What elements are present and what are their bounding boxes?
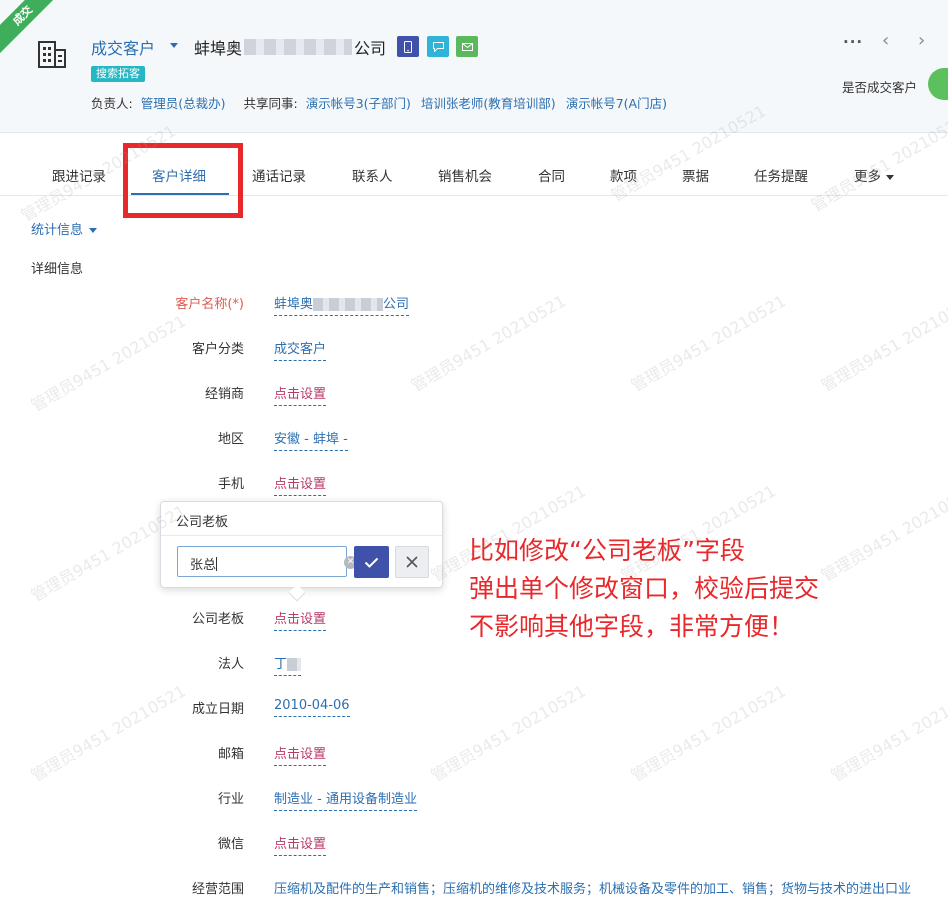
chevron-down-icon (89, 228, 98, 233)
redacted-blur (244, 39, 353, 55)
watermark: 管理员9451 20210521 (827, 681, 948, 786)
watermark: 管理员9451 20210521 (407, 291, 570, 396)
owner-label: 负责人: (91, 96, 133, 111)
field-value-business-scope[interactable]: 压缩机及配件的生产和销售；压缩机的维修及技术服务；机械设备及零件的加工、销售；货… (274, 878, 948, 900)
field-value-customer-name[interactable]: 蚌埠奥 公司 (274, 293, 410, 316)
watermark: 管理员9451 20210521 (627, 681, 790, 786)
field-value-category[interactable]: 成交客户 (274, 338, 327, 361)
stats-toggle[interactable]: 统计信息 (31, 219, 98, 238)
field-value-region[interactable]: 安徽 - 蚌埠 - (274, 428, 348, 451)
field-label-category: 客户分类 (191, 342, 244, 357)
customer-name-value-prefix: 蚌埠奥 (274, 297, 314, 312)
tab-follow-up[interactable]: 跟进记录 (52, 165, 106, 185)
check-icon (364, 557, 379, 568)
field-label-email: 邮箱 (217, 747, 244, 762)
watermark: 管理员9451 20210521 (427, 681, 590, 786)
redacted-blur (287, 658, 302, 671)
phone-icon[interactable] (397, 36, 419, 57)
search-prospect-tag[interactable]: 搜索拓客 (91, 66, 145, 82)
tab-opportunities[interactable]: 销售机会 (438, 165, 492, 185)
tab-payments[interactable]: 款项 (610, 165, 637, 185)
annotation-line: 不影响其他字段，非常方便！ (469, 612, 795, 641)
deal-status-label: 是否成交客户 (842, 80, 918, 95)
boss-name-input-value: 张总 (190, 558, 217, 573)
share-label: 共享同事: (243, 96, 298, 111)
field-value-email[interactable]: 点击设置 (274, 743, 327, 766)
field-value-mobile[interactable]: 点击设置 (274, 473, 327, 496)
field-value-dealer[interactable]: 点击设置 (274, 383, 327, 406)
customer-name-title: 蚌埠奥 公司 (194, 35, 386, 59)
watermark: 管理员9451 20210521 (817, 291, 948, 396)
stats-toggle-label: 统计信息 (31, 223, 84, 238)
confirm-edit-button[interactable] (354, 546, 389, 578)
text-cursor (216, 557, 218, 571)
field-value-legal-rep[interactable]: 丁 (274, 653, 302, 676)
annotation-highlight-box (123, 143, 243, 218)
field-label-legal-rep: 法人 (217, 657, 244, 672)
more-actions-icon[interactable]: ··· (843, 33, 863, 51)
field-label-region: 地区 (217, 432, 244, 447)
annotation-callout: 比如修改“公司老板”字段 弹出单个修改窗口，校验后提交 不影响其他字段，非常方便… (469, 532, 819, 646)
tab-contacts[interactable]: 联系人 (352, 165, 393, 185)
tab-contracts[interactable]: 合同 (538, 165, 565, 185)
tab-task-reminders[interactable]: 任务提醒 (754, 165, 808, 185)
annotation-line: 比如修改“公司老板”字段 (469, 536, 745, 565)
field-label-industry: 行业 (217, 792, 244, 807)
message-icon[interactable] (427, 36, 449, 57)
chevron-down-icon[interactable] (170, 43, 178, 48)
customer-name-prefix: 蚌埠奥 (194, 39, 243, 58)
redacted-blur (313, 298, 384, 311)
owner-row: 负责人: 管理员(总裁办) 共享同事: 演示帐号3(子部门) 培训张老师(教育培… (91, 93, 667, 112)
cancel-edit-button[interactable] (395, 546, 429, 578)
chevron-left-icon[interactable]: ‹ (882, 30, 889, 51)
deal-status-toggle[interactable] (928, 68, 948, 100)
field-label-customer-name: 客户名称(*) (175, 297, 244, 312)
watermark: 管理员9451 20210521 (27, 681, 190, 786)
chevron-right-icon[interactable]: › (918, 30, 925, 51)
watermark: 管理员9451 20210521 (817, 481, 948, 586)
tab-call-records[interactable]: 通话记录 (252, 165, 306, 185)
watermark: 管理员9451 20210521 (627, 291, 790, 396)
share-user-link[interactable]: 演示帐号3(子部门) (306, 93, 411, 112)
field-value-wechat[interactable]: 点击设置 (274, 833, 327, 856)
customer-name-suffix: 公司 (354, 39, 387, 58)
close-icon (406, 556, 418, 568)
tab-invoices[interactable]: 票据 (682, 165, 709, 185)
customer-header: 成交 成交客户 蚌埠奥 公司 搜索拓客 负责人: 管理员(总裁办) 共享同事: … (0, 0, 948, 133)
annotation-line: 弹出单个修改窗口，校验后提交 (469, 574, 820, 603)
field-value-boss[interactable]: 点击设置 (274, 608, 327, 631)
field-label-dealer: 经销商 (204, 387, 244, 402)
legal-rep-value: 丁 (274, 657, 288, 672)
field-value-founded[interactable]: 2010-04-06 (274, 698, 350, 717)
field-label-boss: 公司老板 (191, 612, 244, 627)
popover-arrow (288, 584, 306, 602)
boss-name-input[interactable]: 张总 ✕ (177, 546, 357, 577)
edit-field-popover: 公司老板 张总 ✕ (160, 501, 443, 602)
field-value-industry[interactable]: 制造业 - 通用设备制造业 (274, 788, 417, 811)
mail-icon[interactable] (456, 36, 478, 57)
tab-more-label: 更多 (854, 169, 881, 185)
detail-heading: 详细信息 (31, 262, 84, 277)
customer-type-dropdown[interactable]: 成交客户 (91, 35, 155, 59)
field-label-wechat: 微信 (217, 837, 244, 852)
field-label-founded: 成立日期 (191, 702, 244, 717)
field-label-mobile: 手机 (217, 477, 244, 492)
popover-title: 公司老板 (161, 502, 442, 536)
customer-name-value-suffix: 公司 (383, 297, 410, 312)
tab-more[interactable]: 更多 (854, 165, 894, 185)
field-label-business-scope: 经营范围 (191, 882, 244, 897)
share-user-link[interactable]: 演示帐号7(A门店) (566, 93, 667, 112)
building-icon (38, 41, 66, 68)
owner-link[interactable]: 管理员(总裁办) (141, 93, 226, 112)
chevron-down-icon (886, 174, 894, 180)
share-user-link[interactable]: 培训张老师(教育培训部) (421, 93, 556, 112)
